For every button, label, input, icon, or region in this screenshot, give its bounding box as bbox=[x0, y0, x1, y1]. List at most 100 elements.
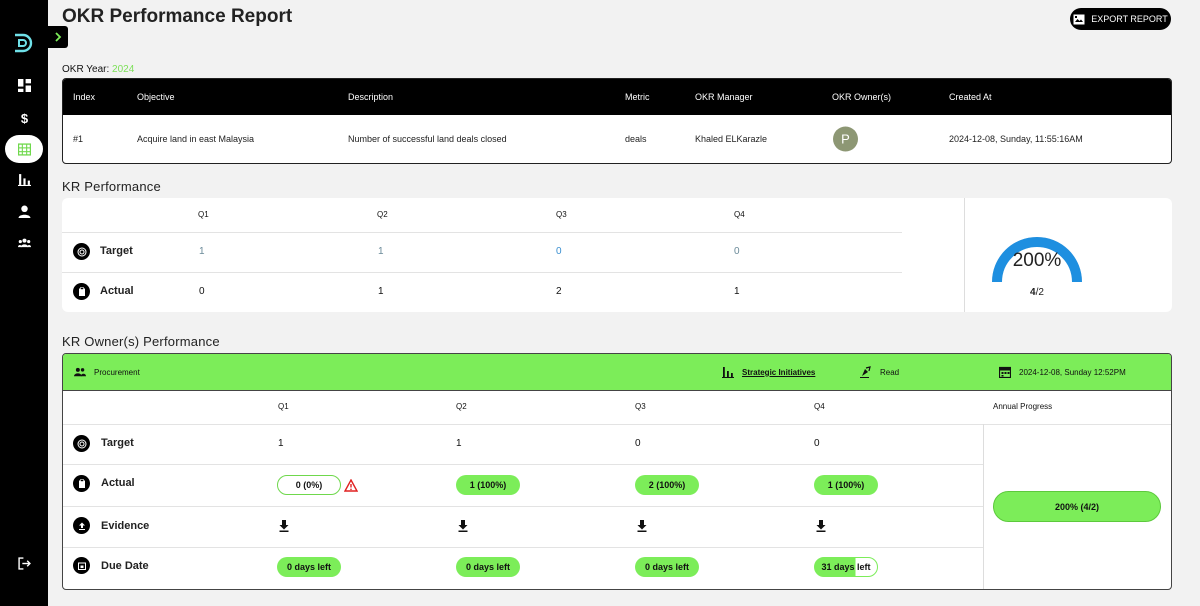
chevron-right-icon bbox=[55, 32, 62, 42]
target-icon bbox=[73, 243, 90, 260]
owner-performance-title: KR Owner(s) Performance bbox=[62, 334, 220, 349]
app-logo-icon[interactable] bbox=[12, 32, 34, 54]
column-header-objective: Objective bbox=[137, 92, 175, 102]
owner-target-label: Target bbox=[101, 437, 134, 449]
sidebar-toggle-button[interactable] bbox=[48, 26, 68, 48]
svg-text:$: $ bbox=[20, 111, 28, 124]
owner-header: Procurement Strategic Initiatives Read 2… bbox=[63, 354, 1171, 391]
kr-target-q4: 0 bbox=[734, 246, 740, 257]
strategic-initiatives-link[interactable]: Strategic Initiatives bbox=[722, 366, 815, 378]
divider bbox=[63, 424, 1171, 425]
divider bbox=[63, 506, 983, 507]
actual-pill-q2[interactable]: 1 (100%) bbox=[456, 475, 520, 495]
owner-target-q4: 0 bbox=[814, 438, 820, 449]
kr-target-q2: 1 bbox=[378, 246, 384, 257]
kr-quarter-header-q4: Q4 bbox=[734, 210, 745, 219]
sidebar-item-logout[interactable] bbox=[0, 550, 48, 576]
divider bbox=[63, 464, 983, 465]
calendar-icon bbox=[73, 557, 90, 574]
report-building-icon bbox=[17, 142, 31, 156]
download-icon[interactable] bbox=[279, 520, 289, 532]
download-icon[interactable] bbox=[816, 520, 826, 532]
download-icon[interactable] bbox=[637, 520, 647, 532]
kr-quarter-header-q3: Q3 bbox=[556, 210, 567, 219]
warning-icon bbox=[344, 479, 358, 492]
actual-pill-q1[interactable]: 0 (0%) bbox=[277, 475, 341, 495]
row-created-at: 2024-12-08, Sunday, 11:55:16AM bbox=[949, 134, 1083, 144]
kr-target-label: Target bbox=[100, 245, 133, 257]
kr-actual-q1: 0 bbox=[199, 286, 205, 297]
owner-evidence-label: Evidence bbox=[101, 520, 150, 532]
logout-icon bbox=[17, 556, 31, 570]
owner-quarter-header-q2: Q2 bbox=[456, 402, 467, 411]
column-header-owners: OKR Owner(s) bbox=[832, 92, 892, 102]
export-icon bbox=[1073, 14, 1085, 24]
access-level: Read bbox=[860, 366, 899, 378]
divider bbox=[63, 547, 983, 548]
okr-table-header: Index Objective Description Metric OKR M… bbox=[63, 79, 1171, 115]
owner-actual-label: Actual bbox=[101, 477, 135, 489]
bar-chart-icon bbox=[722, 367, 734, 378]
dashboard-icon bbox=[17, 78, 31, 92]
kr-actual-q3: 2 bbox=[556, 286, 562, 297]
read-access-icon bbox=[860, 366, 871, 378]
clipboard-icon bbox=[73, 475, 90, 492]
okr-table: Index Objective Description Metric OKR M… bbox=[62, 78, 1172, 164]
due-pill-q3: 0 days left bbox=[635, 557, 699, 577]
owner-quarter-header-q1: Q1 bbox=[278, 402, 289, 411]
kr-actual-label: Actual bbox=[100, 285, 134, 297]
clipboard-icon bbox=[73, 283, 90, 300]
due-pill-q2: 0 days left bbox=[456, 557, 520, 577]
owner-name: Procurement bbox=[74, 366, 140, 378]
avatar[interactable]: P bbox=[833, 126, 858, 152]
page-title: OKR Performance Report bbox=[62, 6, 293, 27]
divider bbox=[62, 232, 902, 233]
owner-target-q3: 0 bbox=[635, 438, 641, 449]
okr-year-label: OKR Year: bbox=[62, 64, 110, 75]
column-header-manager: OKR Manager bbox=[695, 92, 753, 102]
due-pill-q1: 0 days left bbox=[277, 557, 341, 577]
kr-quarter-header-q2: Q2 bbox=[377, 210, 388, 219]
sidebar-item-profile[interactable] bbox=[0, 198, 48, 224]
kr-quarter-header-q1: Q1 bbox=[198, 210, 209, 219]
target-icon bbox=[73, 435, 90, 452]
column-header-index: Index bbox=[73, 92, 96, 102]
okr-year: OKR Year: 2024 bbox=[62, 64, 134, 75]
divider bbox=[964, 198, 965, 312]
gauge-fraction: 4/2 bbox=[975, 287, 1099, 298]
row-description: Number of successful land deals closed bbox=[348, 134, 507, 144]
table-row[interactable]: #1 Acquire land in east Malaysia Number … bbox=[63, 115, 1171, 163]
group-icon bbox=[17, 238, 31, 247]
owner-name-text: Procurement bbox=[94, 367, 140, 377]
export-report-button[interactable]: EXPORT REPORT bbox=[1070, 8, 1171, 30]
dollar-icon: $ bbox=[20, 111, 28, 124]
strategic-initiatives-label: Strategic Initiatives bbox=[742, 367, 816, 377]
actual-pill-q3[interactable]: 2 (100%) bbox=[635, 475, 699, 495]
sidebar-item-teams[interactable] bbox=[0, 229, 48, 255]
column-header-created-at: Created At bbox=[949, 92, 992, 102]
owner-target-q1: 1 bbox=[278, 438, 284, 449]
owner-target-q2: 1 bbox=[456, 438, 462, 449]
sidebar: $ bbox=[0, 0, 48, 606]
row-metric: deals bbox=[625, 134, 647, 144]
divider bbox=[62, 272, 902, 273]
download-icon[interactable] bbox=[458, 520, 468, 532]
sidebar-item-finance[interactable]: $ bbox=[0, 104, 48, 130]
gauge-percent: 200% bbox=[1012, 250, 1062, 271]
annual-progress-bar: 200% (4/2) bbox=[993, 491, 1161, 522]
calendar-icon bbox=[999, 366, 1011, 378]
okr-year-value: 2024 bbox=[112, 64, 135, 75]
annual-progress-header: Annual Progress bbox=[993, 402, 1053, 411]
owner-datetime-text: 2024-12-08, Sunday 12:52PM bbox=[1019, 367, 1126, 377]
sidebar-item-dashboard[interactable] bbox=[0, 72, 48, 98]
kr-target-q1: 1 bbox=[199, 246, 205, 257]
sidebar-item-analytics[interactable] bbox=[0, 166, 48, 192]
kr-actual-q4: 1 bbox=[734, 286, 740, 297]
owner-datetime: 2024-12-08, Sunday 12:52PM bbox=[999, 366, 1126, 378]
sidebar-item-reports[interactable] bbox=[5, 135, 43, 163]
actual-pill-q4[interactable]: 1 (100%) bbox=[814, 475, 878, 495]
owner-performance-card: Procurement Strategic Initiatives Read 2… bbox=[62, 353, 1172, 590]
owner-quarter-header-q3: Q3 bbox=[635, 402, 646, 411]
owner-due-label: Due Date bbox=[101, 560, 149, 572]
group-icon bbox=[74, 367, 86, 377]
